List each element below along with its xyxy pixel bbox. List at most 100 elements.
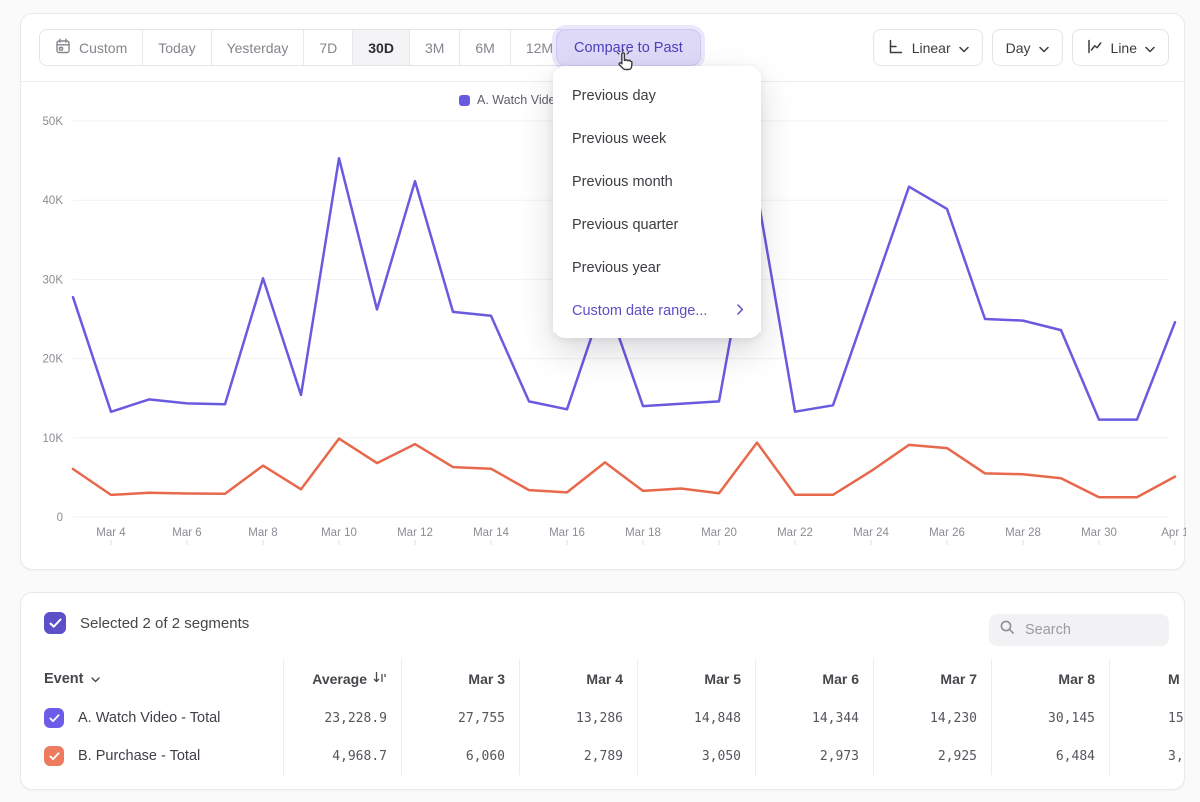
compare-to-past-button[interactable]: Compare to Past <box>556 29 701 66</box>
search-icon <box>999 619 1016 641</box>
analytics-dashboard: { "toolbar": { "date_ranges": ["Custom",… <box>0 0 1200 802</box>
x-axis-label: Mar 30 <box>1081 527 1117 539</box>
calendar-icon <box>55 38 71 57</box>
chart-options: Linear Day Line <box>873 29 1169 66</box>
interval-dropdown[interactable]: Day <box>992 29 1063 66</box>
chevron-down-icon <box>91 671 100 687</box>
date-range-6m[interactable]: 6M <box>460 30 510 65</box>
column-header-average[interactable]: Average <box>283 659 401 699</box>
y-axis-label: 40K <box>43 195 64 207</box>
x-axis-label: Mar 6 <box>172 527 201 539</box>
x-axis-label: Apr 1 <box>1161 527 1186 539</box>
event-header-label: Event <box>44 671 84 687</box>
column-header-mar-7[interactable]: Mar 7 <box>873 659 991 699</box>
segments-table: Event Average Mar 3 Mar 4 Mar 5 Mar 6 Mar 7 Mar… <box>21 659 1185 775</box>
chevron-right-icon <box>737 303 744 319</box>
y-axis-label: 50K <box>43 116 64 128</box>
column-header-mar-5[interactable]: Mar 5 <box>637 659 755 699</box>
event-column-header[interactable]: Event <box>44 671 100 687</box>
x-axis-label: Mar 26 <box>929 527 965 539</box>
value-cell: 2,973 <box>755 737 873 775</box>
value-cell: 27,755 <box>401 699 519 737</box>
value-cell: 4,968.7 <box>283 737 401 775</box>
column-header-label: Mar 6 <box>822 671 859 687</box>
x-axis-label: Mar 4 <box>96 527 126 539</box>
chevron-down-icon <box>1145 40 1155 56</box>
date-range-label: 30D <box>368 40 394 56</box>
table-row[interactable]: A. Watch Video - Total 23,228.927,75513,2… <box>21 699 1185 737</box>
table-header-row: Event Average Mar 3 Mar 4 Mar 5 Mar 6 Mar 7 Mar… <box>21 659 1185 699</box>
date-range-7d[interactable]: 7D <box>304 30 353 65</box>
segments-summary: Selected 2 of 2 segments <box>44 612 249 634</box>
column-header-label: Mar 8 <box>1058 671 1095 687</box>
series-line <box>73 439 1175 498</box>
select-all-checkbox[interactable] <box>44 612 66 634</box>
chart-type-label: Line <box>1111 40 1137 56</box>
value-cell: 14,344 <box>755 699 873 737</box>
value-cell: 13,286 <box>519 699 637 737</box>
chevron-down-icon <box>959 40 969 56</box>
search-box <box>989 614 1169 646</box>
date-range-label: Custom <box>79 40 127 56</box>
column-header-label: Mar 5 <box>704 671 741 687</box>
menu-item-previous-year[interactable]: Previous year <box>553 246 761 289</box>
chart-type-dropdown[interactable]: Line <box>1072 29 1169 66</box>
scale-label: Linear <box>912 40 951 56</box>
check-icon <box>49 618 62 629</box>
column-header-label: Mar 7 <box>940 671 977 687</box>
chevron-down-icon <box>1039 40 1049 56</box>
column-header-label: Average <box>312 671 367 687</box>
date-range-today[interactable]: Today <box>143 30 211 65</box>
value-cell: 15, <box>1109 699 1185 737</box>
date-range-3m[interactable]: 3M <box>410 30 460 65</box>
date-range-custom[interactable]: Custom <box>40 30 143 65</box>
x-axis-label: Mar 8 <box>248 527 277 539</box>
value-cell: 2,789 <box>519 737 637 775</box>
date-range-30d[interactable]: 30D <box>353 30 410 65</box>
search-input[interactable] <box>1025 622 1159 638</box>
column-header-mar-6[interactable]: Mar 6 <box>755 659 873 699</box>
value-cell: 3,050 <box>637 737 755 775</box>
menu-item-previous-month[interactable]: Previous month <box>553 160 761 203</box>
segments-card: Selected 2 of 2 segments Event Average Mar… <box>20 592 1185 790</box>
value-cell: 6,484 <box>991 737 1109 775</box>
x-axis-label: Mar 28 <box>1005 527 1041 539</box>
x-axis-label: Mar 24 <box>853 527 889 539</box>
linear-axis-icon <box>887 38 904 58</box>
column-header-label: Mar 4 <box>586 671 623 687</box>
value-cell: 3, <box>1109 737 1185 775</box>
date-range-yesterday[interactable]: Yesterday <box>212 30 305 65</box>
legend-swatch <box>459 95 470 106</box>
x-axis-label: Mar 20 <box>701 527 737 539</box>
menu-item-custom-date-range[interactable]: Custom date range... <box>553 289 761 332</box>
date-range-label: Today <box>158 40 195 56</box>
date-range-control: CustomTodayYesterday7D30D3M6M12M <box>39 29 569 66</box>
menu-item-previous-week[interactable]: Previous week <box>553 117 761 160</box>
value-cell: 30,145 <box>991 699 1109 737</box>
check-icon <box>49 714 60 723</box>
value-cell: 23,228.9 <box>283 699 401 737</box>
compare-menu: Previous dayPrevious weekPrevious monthP… <box>553 66 761 338</box>
value-cell: 6,060 <box>401 737 519 775</box>
segment-label: B. Purchase - Total <box>78 748 200 764</box>
segment-checkbox[interactable] <box>44 708 64 728</box>
column-header-mar-3[interactable]: Mar 3 <box>401 659 519 699</box>
date-range-label: Yesterday <box>227 40 289 56</box>
column-header-m[interactable]: M <box>1109 659 1185 699</box>
column-header-mar-8[interactable]: Mar 8 <box>991 659 1109 699</box>
value-cell: 14,230 <box>873 699 991 737</box>
segment-label: A. Watch Video - Total <box>78 710 220 726</box>
x-axis-label: Mar 10 <box>321 527 357 539</box>
x-axis-label: Mar 16 <box>549 527 585 539</box>
segments-summary-label: Selected 2 of 2 segments <box>80 615 249 632</box>
y-axis-label: 30K <box>43 274 64 286</box>
x-axis-label: Mar 12 <box>397 527 433 539</box>
scale-dropdown[interactable]: Linear <box>873 29 983 66</box>
x-axis-label: Mar 14 <box>473 527 509 539</box>
segment-checkbox[interactable] <box>44 746 64 766</box>
date-range-label: 6M <box>475 40 494 56</box>
menu-item-previous-day[interactable]: Previous day <box>553 74 761 117</box>
menu-item-previous-quarter[interactable]: Previous quarter <box>553 203 761 246</box>
table-row[interactable]: B. Purchase - Total 4,968.76,0602,7893,05… <box>21 737 1185 775</box>
column-header-mar-4[interactable]: Mar 4 <box>519 659 637 699</box>
